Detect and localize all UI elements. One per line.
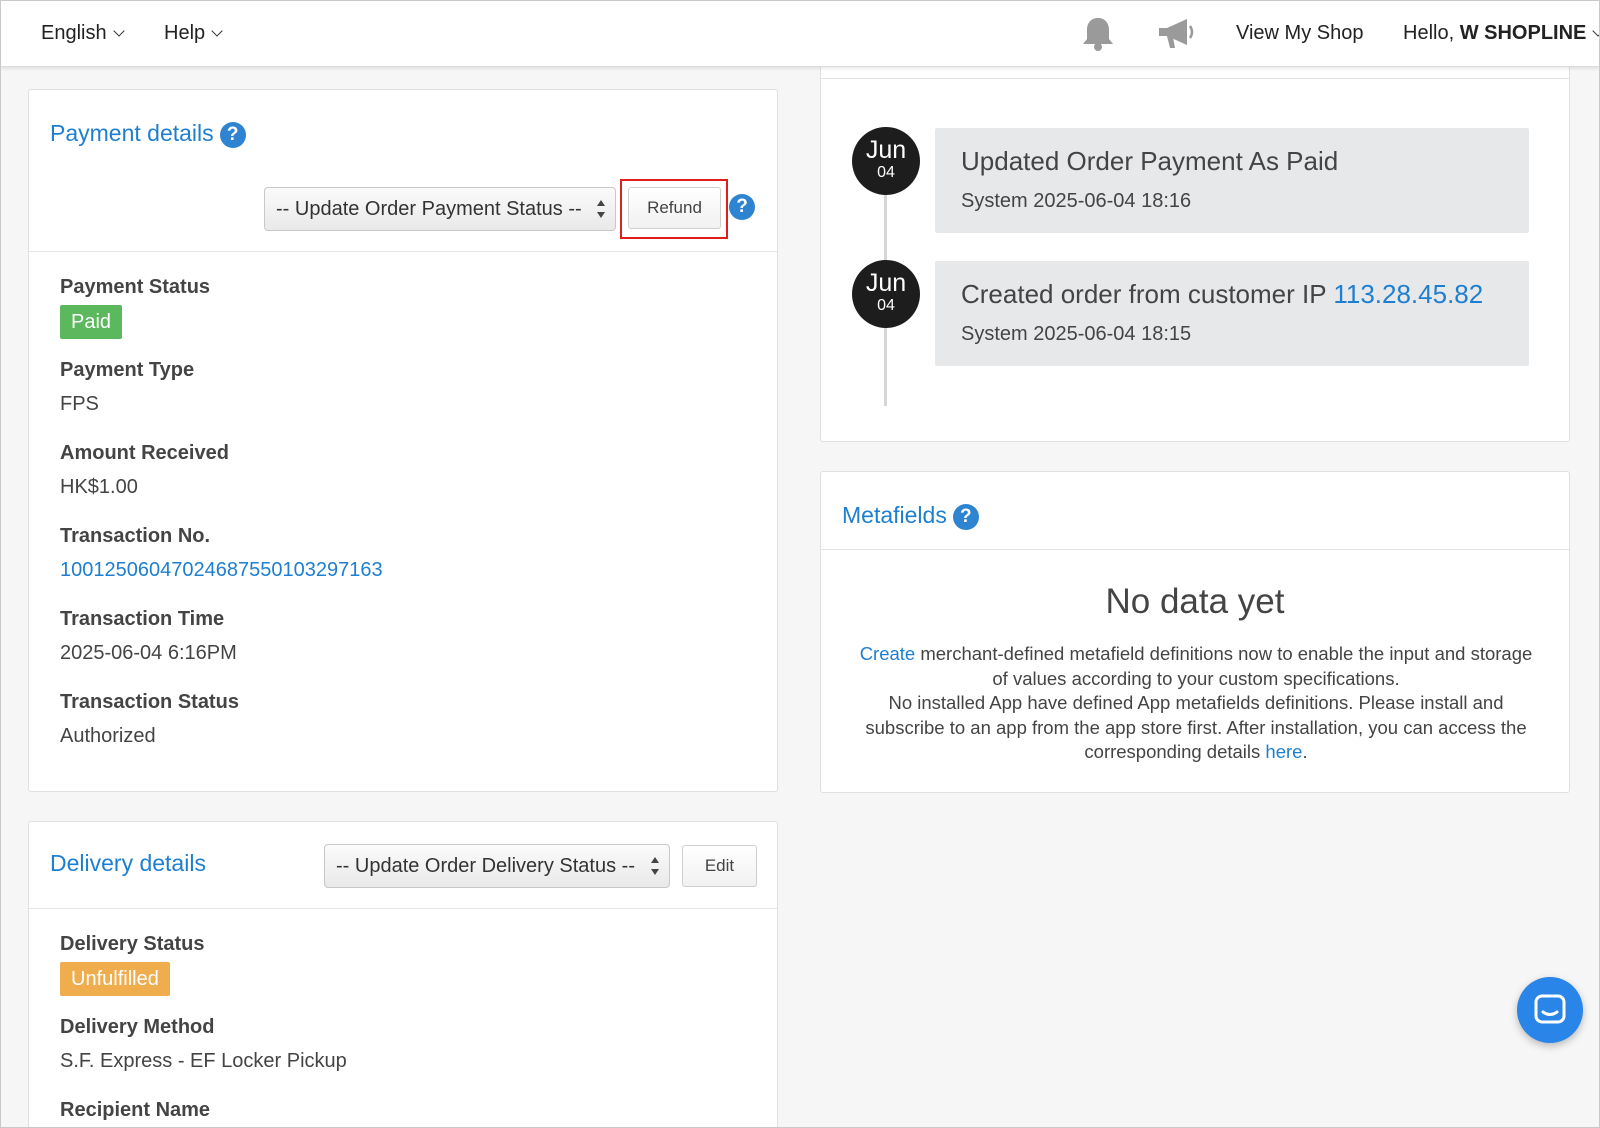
amount-received-label: Amount Received [60, 442, 229, 464]
refund-button[interactable]: Refund [628, 187, 721, 229]
account-name: W SHOPLINE [1459, 22, 1587, 44]
order-activity-panel: Jun 04 Updated Order Payment As Paid Sys… [820, 41, 1570, 442]
delivery-status-select[interactable]: -- Update Order Delivery Status -- [324, 844, 670, 888]
question-circle-icon[interactable]: ? [952, 504, 979, 530]
payment-type-value: FPS [60, 393, 99, 415]
divider [29, 251, 777, 252]
select-arrows-icon [651, 857, 659, 875]
timeline-entry-meta: System 2025-06-04 18:16 [961, 190, 1192, 212]
payment-details-title: Payment details [50, 120, 214, 146]
payment-details-panel: Payment details? -- Update Order Payment… [28, 89, 778, 792]
delivery-status-badge: Unfulfilled [60, 962, 170, 996]
refund-help[interactable]: ? [729, 194, 755, 220]
megaphone-icon[interactable] [1157, 17, 1195, 56]
payment-status-select[interactable]: -- Update Order Payment Status -- [264, 187, 616, 231]
timeline-entry-text: Updated Order Payment As Paid [961, 146, 1339, 176]
delivery-method-value: S.F. Express - EF Locker Pickup [60, 1050, 347, 1072]
delivery-status-label: Delivery Status [60, 933, 205, 955]
timeline-month: Jun [865, 269, 907, 297]
chat-launcher-button[interactable] [1517, 977, 1583, 1043]
chevron-down-icon [1592, 25, 1599, 37]
empty-state-text-1: merchant-defined metafield definitions n… [915, 643, 1533, 689]
edit-delivery-button[interactable]: Edit [682, 845, 757, 887]
timeline-date-badge: Jun 04 [852, 260, 920, 328]
divider [821, 78, 1569, 79]
create-metafield-link[interactable]: Create [860, 643, 916, 664]
chevron-down-icon [112, 25, 125, 37]
transaction-no-label: Transaction No. [60, 525, 211, 547]
delivery-method-label: Delivery Method [60, 1016, 215, 1038]
transaction-status-label: Transaction Status [60, 691, 239, 713]
greeting-label: Hello, [1403, 22, 1460, 44]
transaction-status-value: Authorized [60, 725, 156, 747]
delivery-status-select-value: -- Update Order Delivery Status -- [336, 855, 635, 877]
help-label: Help [164, 22, 206, 44]
timeline-entry-title: Created order from customer IP 113.28.45… [961, 279, 1483, 310]
timeline-entry-title: Updated Order Payment As Paid [961, 146, 1338, 177]
transaction-no-link[interactable]: 10012506047024687550103297163 [60, 559, 383, 582]
payment-details-heading: Payment details? [50, 120, 246, 148]
payment-status-label: Payment Status [60, 276, 211, 298]
empty-state-description: Create merchant-defined metafield defini… [851, 642, 1541, 765]
payment-type-label: Payment Type [60, 359, 195, 381]
timeline-entry-meta: System 2025-06-04 18:15 [961, 323, 1192, 345]
language-dropdown[interactable]: English [41, 1, 125, 65]
timeline-day: 04 [877, 164, 895, 181]
empty-state-text-3: . [1302, 741, 1308, 762]
timeline-entry: Created order from customer IP 113.28.45… [935, 261, 1529, 366]
timeline-entry: Updated Order Payment As Paid System 202… [935, 128, 1529, 233]
app-frame: English Help View My Shop Hello, W SHOPL… [0, 0, 1600, 1128]
empty-state-text-2: No installed App have defined App metafi… [865, 692, 1527, 762]
divider [821, 549, 1569, 550]
transaction-time-value: 2025-06-04 6:16PM [60, 642, 237, 664]
delivery-details-title: Delivery details [50, 850, 206, 876]
metafields-title: Metafields [842, 502, 947, 528]
divider [29, 908, 777, 909]
account-dropdown[interactable]: Hello, W SHOPLINE [1403, 1, 1599, 65]
metafields-heading: Metafields? [842, 502, 979, 530]
language-label: English [41, 22, 107, 44]
top-navbar: English Help View My Shop Hello, W SHOPL… [1, 1, 1599, 67]
here-link[interactable]: here [1265, 741, 1302, 762]
amount-received-value: HK$1.00 [60, 476, 138, 498]
bell-icon[interactable] [1081, 16, 1115, 57]
delivery-details-panel: Delivery details -- Update Order Deliver… [28, 821, 778, 1127]
chat-icon [1534, 994, 1566, 1024]
question-circle-icon[interactable]: ? [729, 194, 755, 220]
metafields-panel: Metafields? No data yet Create merchant-… [820, 471, 1570, 793]
timeline-day: 04 [877, 297, 895, 314]
question-circle-icon[interactable]: ? [219, 122, 246, 148]
timeline-month: Jun [865, 136, 907, 164]
payment-status-select-value: -- Update Order Payment Status -- [276, 198, 582, 220]
payment-status-badge: Paid [60, 305, 123, 339]
select-arrows-icon [597, 200, 605, 218]
recipient-name-label: Recipient Name [60, 1099, 211, 1121]
help-dropdown[interactable]: Help [164, 1, 223, 65]
timeline-date-badge: Jun 04 [852, 127, 920, 195]
chevron-down-icon [211, 25, 223, 37]
timeline-entry-text: Created order from customer IP [961, 279, 1334, 309]
view-my-shop-link[interactable]: View My Shop [1236, 1, 1363, 65]
transaction-time-label: Transaction Time [60, 608, 225, 630]
customer-ip-link[interactable]: 113.28.45.82 [1333, 279, 1483, 309]
empty-state-title: No data yet [1105, 582, 1285, 621]
